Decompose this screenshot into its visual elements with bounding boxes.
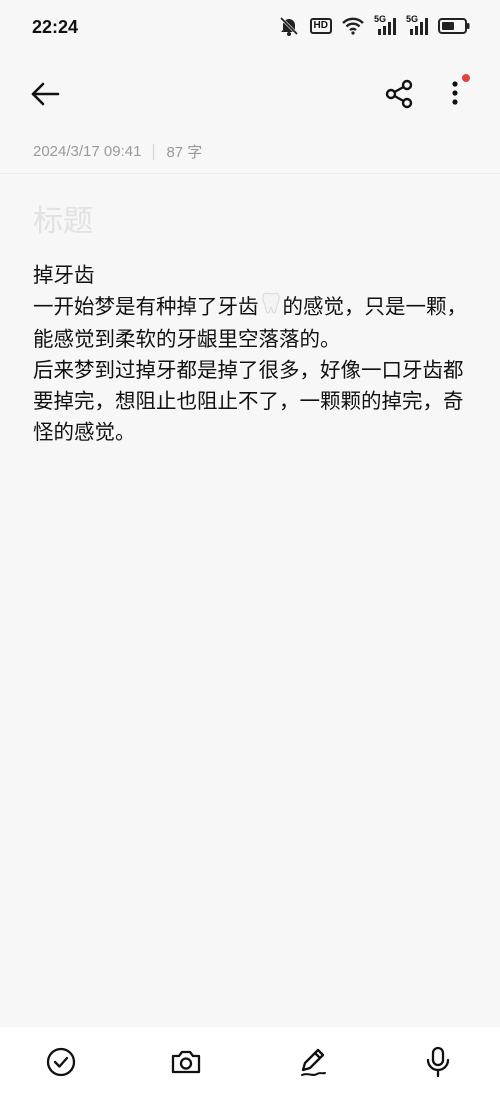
- note-text: 一开始梦是有种掉了牙齿: [33, 294, 259, 319]
- microphone-icon: [426, 1046, 450, 1078]
- status-icons: HD 5G 5G: [278, 14, 470, 36]
- camera-button[interactable]: [169, 1045, 203, 1079]
- note-datetime: 2024/3/17 09:41: [33, 143, 142, 160]
- wifi-icon: [342, 17, 364, 35]
- signal-icon-2: 5G: [406, 14, 428, 35]
- share-icon: [385, 79, 413, 109]
- signal-icon-1: 5G: [374, 14, 396, 35]
- notification-dot: [462, 74, 470, 82]
- note-body[interactable]: 掉牙齿 一开始梦是有种掉了牙齿 的感觉，只是一颗，能感觉到柔软的牙龈里空落落的。…: [33, 260, 473, 448]
- note-toolbar: [0, 60, 500, 128]
- battery-icon: [438, 18, 470, 34]
- network-type-label: 5G: [406, 14, 419, 24]
- note-meta: 2024/3/17 09:41 87 字: [33, 141, 202, 162]
- mute-bell-icon: [278, 16, 300, 36]
- share-button[interactable]: [382, 76, 416, 112]
- bottom-action-bar: [0, 1027, 500, 1103]
- tooth-emoji-icon: [261, 291, 281, 324]
- word-count: 87 字: [166, 144, 203, 161]
- status-bar: 22:24 HD 5G 5G: [0, 0, 500, 58]
- pen-icon: [301, 1048, 326, 1076]
- hd-badge: HD: [309, 18, 332, 34]
- more-options-button[interactable]: [440, 72, 470, 114]
- note-paragraph: 后来梦到过掉牙都是掉了很多，好像一口牙齿都要掉完，想阻止也阻止不了，一颗颗的掉完…: [33, 358, 464, 444]
- voice-button[interactable]: [421, 1045, 455, 1079]
- back-button[interactable]: [28, 76, 64, 112]
- handwriting-button[interactable]: [296, 1045, 330, 1079]
- meta-separator: [153, 143, 155, 160]
- note-title-field[interactable]: 标题: [33, 196, 93, 240]
- camera-icon: [171, 1050, 201, 1074]
- checklist-button[interactable]: [44, 1045, 78, 1079]
- arrow-left-icon: [31, 82, 60, 106]
- note-line: 掉牙齿: [33, 263, 95, 287]
- meta-divider: [0, 173, 500, 174]
- status-time: 22:24: [32, 17, 79, 37]
- note-paragraph: 一开始梦是有种掉了牙齿 的感觉，只是一颗，能感觉到柔软的牙龈里空落落的。: [33, 291, 473, 355]
- network-type-label: 5G: [374, 14, 387, 24]
- checklist-icon: [46, 1047, 76, 1077]
